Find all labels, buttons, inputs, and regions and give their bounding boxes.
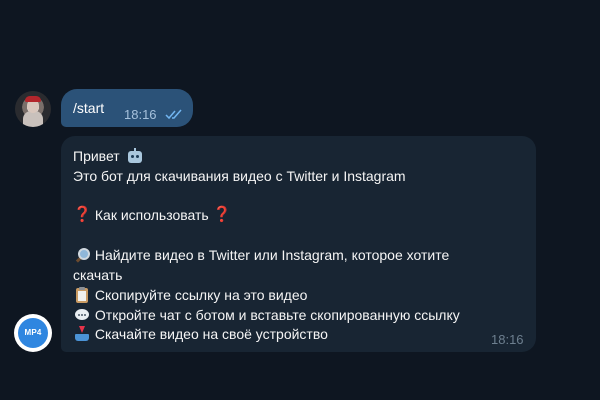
- incoming-message-time: 18:16: [491, 332, 524, 347]
- chat-area: /start 18:16 Привет Это бот для скачиван…: [0, 0, 600, 400]
- step-4-line: Скачайте видео на своё устройство: [73, 326, 328, 342]
- greeting-text: Привет: [73, 148, 120, 164]
- user-avatar[interactable]: [15, 91, 51, 127]
- robot-face-icon: [126, 148, 144, 164]
- clipboard-icon: [73, 287, 91, 303]
- bot-avatar-label: MP4: [18, 318, 48, 348]
- inbox-tray-icon: [73, 326, 91, 342]
- step-1-line: Найдите видео в Twitter или Instagram, к…: [73, 247, 449, 263]
- step-4-text: Скачайте видео на своё устройство: [94, 326, 328, 342]
- outgoing-message-time: 18:16: [124, 107, 157, 122]
- howto-title: Как использовать: [94, 207, 209, 223]
- question-mark-icon: ❓: [212, 206, 232, 223]
- bot-avatar[interactable]: MP4: [14, 314, 52, 352]
- step-1-continuation: скачать: [73, 267, 123, 283]
- outgoing-message[interactable]: /start 18:16: [61, 89, 193, 127]
- double-check-icon: [165, 109, 182, 120]
- question-mark-icon: ❓: [73, 206, 92, 223]
- speech-balloon-icon: [73, 307, 91, 323]
- step-3-text: Откройте чат с ботом и вставьте скопиров…: [94, 307, 460, 323]
- step-2-line: Скопируйте ссылку на это видео: [73, 287, 307, 303]
- incoming-message[interactable]: Привет Это бот для скачивания видео с Tw…: [61, 136, 536, 352]
- outgoing-message-text: /start: [73, 100, 105, 116]
- greeting-line: Привет: [73, 148, 144, 164]
- step-2-text: Скопируйте ссылку на это видео: [94, 287, 308, 303]
- howto-heading: ❓ Как использовать ❓: [73, 206, 232, 224]
- intro-line: Это бот для скачивания видео с Twitter и…: [73, 168, 406, 184]
- step-3-line: Откройте чат с ботом и вставьте скопиров…: [73, 307, 460, 323]
- magnifier-icon: [73, 247, 91, 263]
- step-1-text: Найдите видео в Twitter или Instagram, к…: [94, 247, 450, 263]
